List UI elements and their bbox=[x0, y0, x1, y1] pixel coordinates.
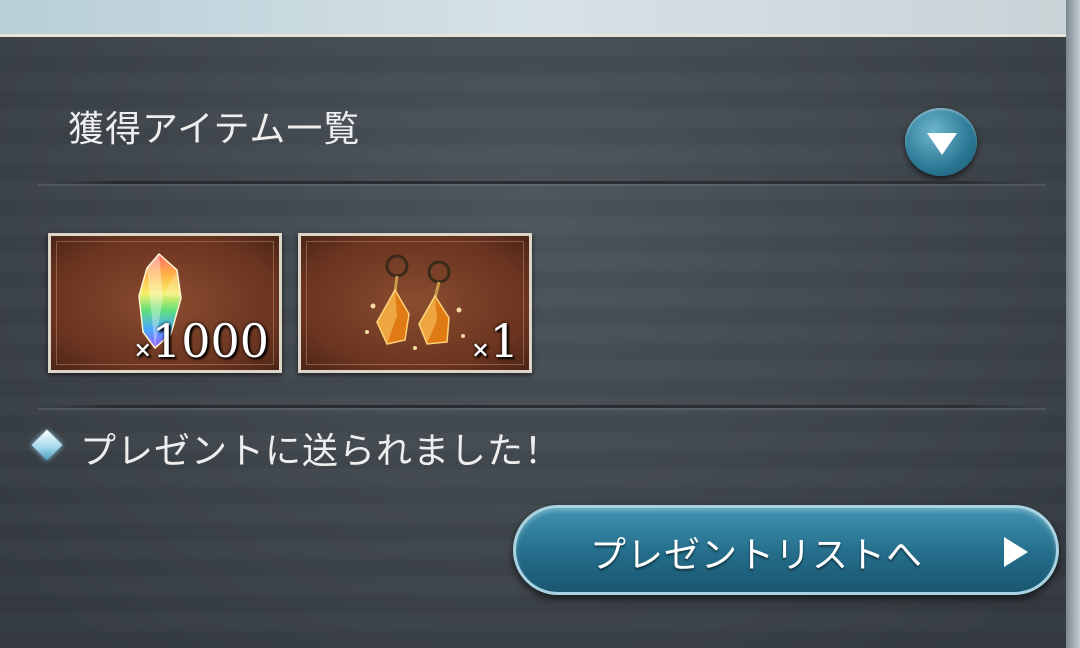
collapse-toggle-button[interactable] bbox=[905, 108, 977, 176]
right-frame-edge bbox=[1066, 0, 1080, 648]
sent-message: プレゼントに送られました！ bbox=[80, 431, 562, 472]
reward-item-earrings[interactable]: ×1 bbox=[298, 233, 532, 373]
present-list-button-label: プレゼントリストへ bbox=[590, 535, 924, 576]
reward-item-crystal[interactable]: ×1000 bbox=[48, 233, 282, 373]
divider-bottom bbox=[38, 405, 1046, 408]
item-quantity: ×1000 bbox=[133, 314, 269, 368]
present-list-button[interactable]: プレゼントリストへ bbox=[513, 505, 1059, 595]
item-quantity: ×1 bbox=[471, 314, 519, 368]
play-arrow-icon bbox=[1004, 537, 1028, 567]
divider-top bbox=[38, 181, 1046, 184]
chevron-down-icon bbox=[927, 133, 957, 155]
panel-title: 獲得アイテム一覧 bbox=[68, 109, 361, 150]
top-banner-strip bbox=[0, 0, 1066, 37]
